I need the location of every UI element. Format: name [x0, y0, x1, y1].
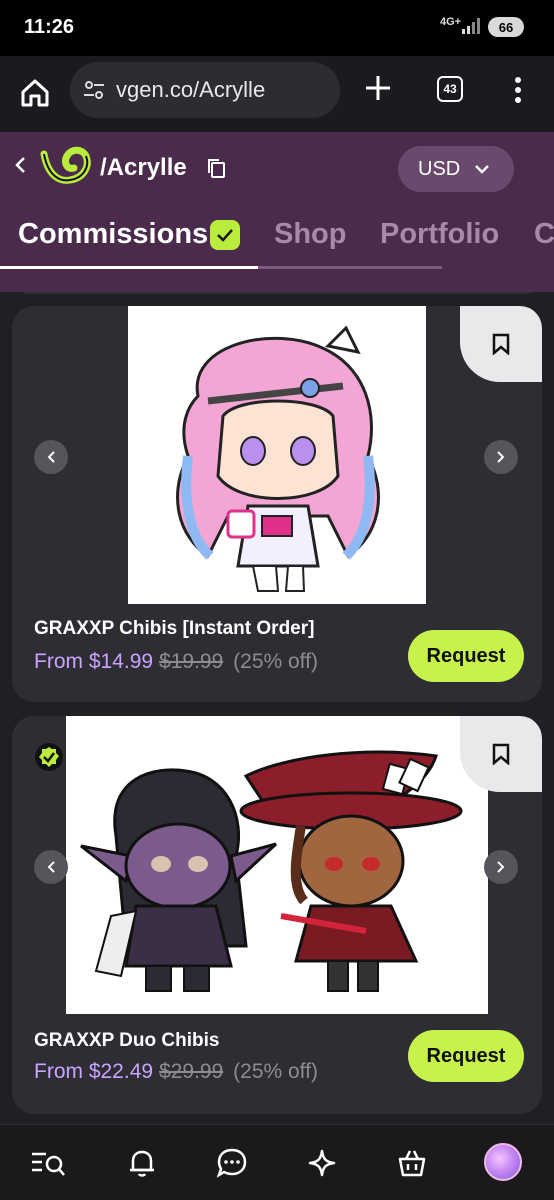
bookmark-button[interactable] [460, 306, 542, 382]
listing-price: From $22.49 [34, 1060, 154, 1083]
signal-icon [462, 18, 480, 34]
battery-level: 66 [498, 19, 514, 35]
tab-count: 43 [443, 82, 457, 96]
chat-icon [216, 1148, 247, 1178]
currency-label: USD [418, 157, 461, 180]
listing-title[interactable]: GRAXXP Duo Chibis [34, 1030, 219, 1052]
notifications-nav-button[interactable] [124, 1145, 160, 1181]
request-button[interactable]: Request [408, 1030, 524, 1082]
discover-nav-button[interactable] [304, 1145, 340, 1181]
avatar[interactable] [484, 1143, 522, 1181]
address-bar[interactable]: vgen.co/Acrylle [70, 62, 340, 118]
chevron-right-icon [497, 451, 505, 463]
listing-card[interactable]: GRAXXP Duo Chibis From $22.49 $29.99 (25%… [12, 716, 542, 1114]
commission-list[interactable]: GRAXXP Chibis [Instant Order] From $14.9… [0, 292, 554, 1124]
chevron-right-icon [497, 861, 505, 873]
messages-nav-button[interactable] [214, 1145, 250, 1181]
listing-price-row: From $22.49 $29.99 (25% off) [34, 1060, 318, 1084]
request-button[interactable]: Request [408, 630, 524, 682]
battery-indicator: 66 [488, 17, 524, 37]
currency-selector[interactable]: USD [398, 146, 514, 192]
profile-tabs: Commissions Shop Portfolio C [0, 210, 554, 268]
chevron-down-icon [475, 165, 490, 174]
listing-original-price: $19.99 [159, 650, 224, 673]
chibi-illustration [176, 325, 380, 592]
status-bar: 11:26 4G+ 66 [0, 0, 554, 56]
listing-original-price: $29.99 [159, 1060, 224, 1083]
profile-handle: /Acrylle [100, 154, 187, 181]
previous-image-button[interactable] [34, 850, 68, 884]
search-nav-button[interactable] [30, 1145, 66, 1181]
listing-artwork[interactable] [128, 306, 426, 604]
status-time: 11:26 [24, 16, 75, 38]
url-text: vgen.co/Acrylle [116, 77, 266, 102]
verified-badge-icon [35, 743, 63, 771]
listing-discount: (25% off) [233, 650, 318, 673]
previous-card-edge [14, 292, 540, 294]
next-image-button[interactable] [484, 850, 518, 884]
chevron-left-icon [47, 451, 55, 463]
tab-shop[interactable]: Shop [274, 218, 347, 251]
verified-check-icon [210, 220, 240, 250]
tab-partial[interactable]: C [534, 218, 554, 251]
listing-discount: (25% off) [233, 1060, 318, 1083]
tab-commissions[interactable]: Commissions [18, 218, 208, 251]
search-icon [32, 1152, 65, 1176]
back-chevron-icon[interactable] [10, 154, 32, 176]
listing-price-row: From $14.99 $19.99 (25% off) [34, 650, 318, 674]
network-type: 4G+ [440, 16, 462, 28]
orders-nav-button[interactable] [394, 1145, 430, 1181]
bookmark-button[interactable] [460, 716, 542, 792]
tab-switcher-button[interactable]: 43 [437, 76, 463, 102]
listing-card[interactable]: GRAXXP Chibis [Instant Order] From $14.9… [12, 306, 542, 702]
copy-icon[interactable] [204, 156, 228, 180]
tab-scroll-track [258, 266, 442, 269]
home-icon[interactable] [18, 76, 52, 110]
profile-header: /Acrylle USD Commissions Shop Portfolio … [0, 132, 554, 292]
browser-toolbar: vgen.co/Acrylle 43 [0, 56, 554, 132]
bell-icon [130, 1150, 154, 1177]
vgen-logo-icon[interactable] [40, 146, 94, 186]
listing-price: From $14.99 [34, 650, 154, 673]
previous-image-button[interactable] [34, 440, 68, 474]
listing-title[interactable]: GRAXXP Chibis [Instant Order] [34, 618, 314, 640]
bookmark-icon [492, 743, 510, 765]
site-settings-icon[interactable] [82, 78, 106, 102]
next-image-button[interactable] [484, 440, 518, 474]
more-menu-icon[interactable] [508, 74, 528, 106]
bookmark-icon [492, 333, 510, 355]
duo-chibi-illustration [80, 750, 463, 992]
chevron-left-icon [47, 861, 55, 873]
tab-portfolio[interactable]: Portfolio [380, 218, 499, 251]
new-tab-icon[interactable] [362, 72, 394, 104]
active-tab-indicator [0, 266, 258, 269]
bottom-navigation [0, 1124, 554, 1200]
sparkle-icon [308, 1149, 336, 1177]
shopping-bag-icon [398, 1150, 426, 1177]
listing-artwork[interactable] [66, 716, 488, 1014]
